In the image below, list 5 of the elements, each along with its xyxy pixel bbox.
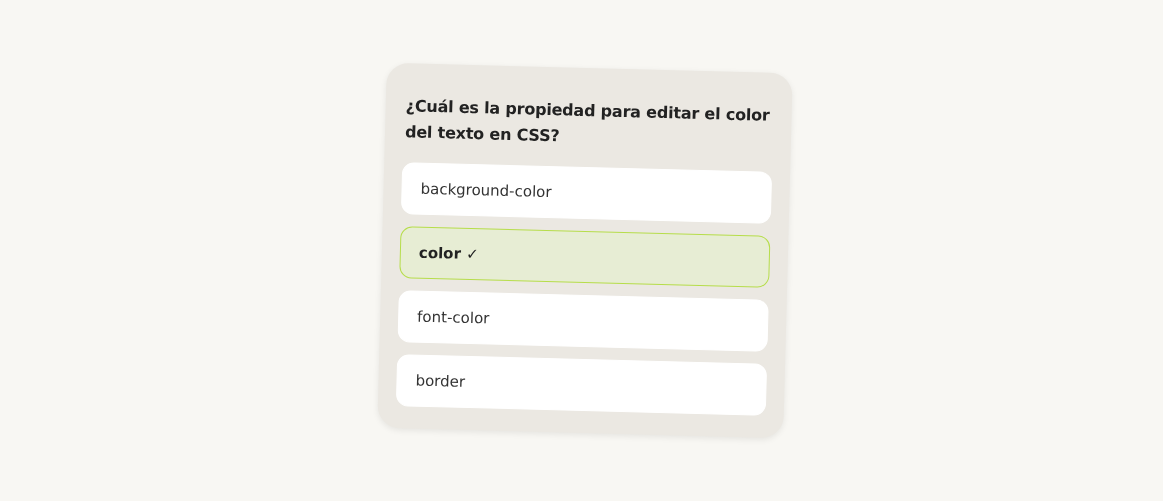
answer-option[interactable]: font-color	[397, 290, 769, 352]
answer-option[interactable]: background-color	[400, 162, 772, 224]
answer-option[interactable]: border	[395, 354, 767, 416]
answer-option[interactable]: color ✓	[398, 226, 770, 288]
question-text: ¿Cuál es la propiedad para editar el color del texto en CSS?	[403, 95, 771, 148]
